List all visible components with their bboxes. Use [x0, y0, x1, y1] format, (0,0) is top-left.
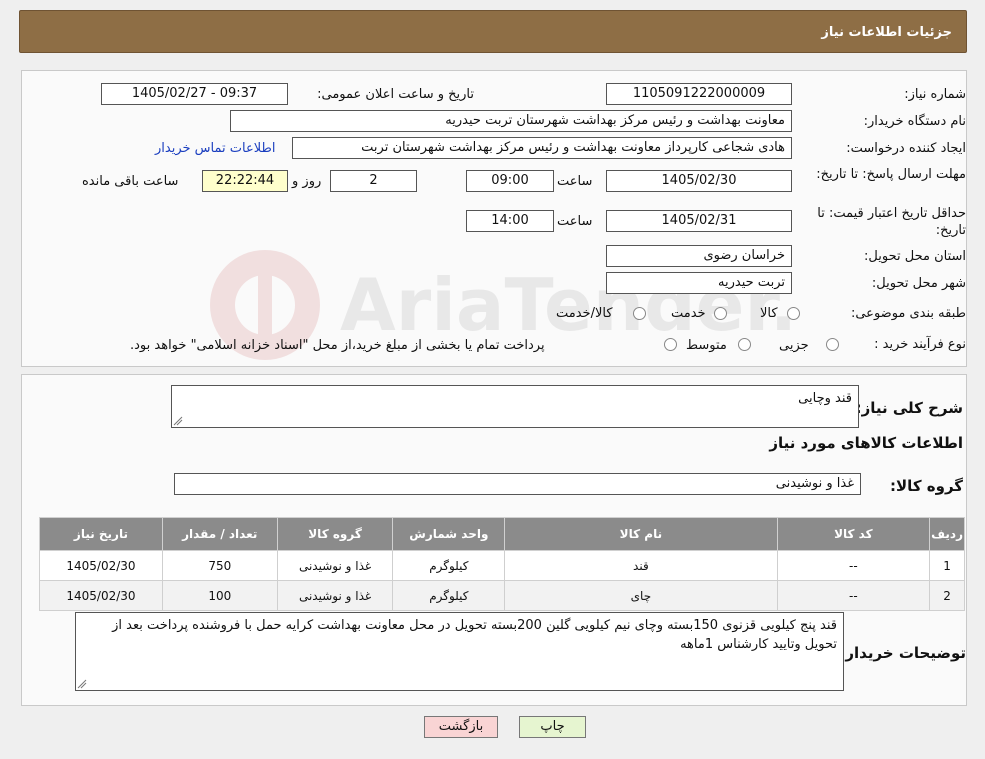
description-field[interactable]: قند وچایی	[171, 385, 859, 428]
cell-unit: کیلوگرم	[392, 580, 506, 611]
process-option-medium: متوسط	[686, 338, 727, 353]
table-header-row: ردیف کد کالا نام کالا واحد شمارش گروه کا…	[39, 517, 965, 551]
description-label: شرح کلی نیاز:	[855, 399, 963, 417]
buyer-notes-label: توضیحات خریدار:	[839, 644, 966, 662]
table-row[interactable]: 1 -- قند کیلوگرم غذا و نوشیدنی 750 1405/…	[39, 550, 965, 581]
process-radio-minor[interactable]	[826, 338, 839, 351]
price-validity-label: حداقل تاریخ اعتبار قیمت: تا تاریخ:	[817, 206, 966, 238]
creator-field: هادی شجاعی کارپرداز معاونت بهداشت و رئیس…	[292, 137, 792, 159]
cell-quantity: 100	[161, 580, 278, 611]
back-button[interactable]: بازگشت	[424, 716, 498, 738]
page-header: جزئیات اطلاعات نیاز	[19, 10, 967, 53]
page-title: جزئیات اطلاعات نیاز	[821, 25, 952, 40]
category-option-service: خدمت	[671, 306, 706, 321]
col-header-code: کد کالا	[776, 517, 931, 551]
price-time-field: 14:00	[466, 210, 554, 232]
creator-label: ایجاد کننده درخواست:	[846, 141, 966, 156]
remaining-time-field: 22:22:44	[202, 170, 288, 192]
price-date-field: 1405/02/31	[606, 210, 792, 232]
days-field: 2	[330, 170, 417, 192]
price-time-label: ساعت	[557, 214, 593, 229]
category-option-goods: کالا	[760, 306, 778, 321]
category-radio-service[interactable]	[714, 307, 727, 320]
cell-name: قند	[504, 550, 778, 581]
table-row[interactable]: 2 -- چای کیلوگرم غذا و نوشیدنی 100 1405/…	[39, 580, 965, 611]
col-header-group: گروه کالا	[276, 517, 394, 551]
col-header-name: نام کالا	[504, 517, 778, 551]
goods-group-field: غذا و نوشیدنی	[174, 473, 861, 495]
cell-date: 1405/02/30	[39, 580, 163, 611]
reply-time-field: 09:00	[466, 170, 554, 192]
resize-handle-icon[interactable]	[77, 679, 87, 689]
process-radio-medium[interactable]	[738, 338, 751, 351]
province-field: خراسان رضوی	[606, 245, 792, 267]
need-number-field: 1105091222000009	[606, 83, 792, 105]
resize-handle-icon[interactable]	[173, 416, 183, 426]
goods-section-title: اطلاعات کالاهای مورد نیاز	[769, 434, 963, 452]
days-label: روز و	[292, 174, 322, 189]
reply-time-label: ساعت	[557, 174, 593, 189]
goods-group-label: گروه کالا:	[890, 477, 963, 495]
cell-code: --	[776, 580, 931, 611]
city-label: شهر محل تحویل:	[871, 276, 966, 291]
cell-group: غذا و نوشیدنی	[276, 580, 394, 611]
cell-name: چای	[504, 580, 778, 611]
announce-field: 1405/02/27 - 09:37	[101, 83, 288, 105]
contact-buyer-link[interactable]: اطلاعات تماس خریدار	[155, 141, 275, 156]
items-table: ردیف کد کالا نام کالا واحد شمارش گروه کا…	[39, 517, 965, 611]
buyer-notes-field[interactable]: قند پنج کیلویی قزنوی 150بسته وچای نیم کی…	[75, 612, 844, 691]
cell-code: --	[776, 550, 931, 581]
process-note: پرداخت تمام یا بخشی از مبلغ خرید،از محل …	[130, 338, 545, 353]
col-header-row-number: ردیف	[929, 517, 965, 551]
city-field: تربت حیدریه	[606, 272, 792, 294]
process-option-minor: جزیی	[779, 338, 809, 353]
col-header-unit: واحد شمارش	[392, 517, 506, 551]
reply-date-field: 1405/02/30	[606, 170, 792, 192]
category-label: طبقه بندی موضوعی:	[850, 306, 966, 321]
category-radio-goods[interactable]	[787, 307, 800, 320]
cell-quantity: 750	[161, 550, 278, 581]
cell-unit: کیلوگرم	[392, 550, 506, 581]
print-button[interactable]: چاپ	[519, 716, 586, 738]
cell-date: 1405/02/30	[39, 550, 163, 581]
col-header-quantity: تعداد / مقدار	[161, 517, 278, 551]
buyer-org-label: نام دستگاه خریدار:	[863, 114, 966, 129]
buyer-org-field: معاونت بهداشت و رئیس مرکز بهداشت شهرستان…	[230, 110, 792, 132]
treasury-checkbox[interactable]	[664, 338, 677, 351]
cell-row-number: 1	[929, 550, 965, 581]
announce-label: تاریخ و ساعت اعلان عمومی:	[317, 87, 474, 102]
process-label: نوع فرآیند خرید :	[874, 337, 966, 352]
cell-group: غذا و نوشیدنی	[276, 550, 394, 581]
reply-deadline-label: مهلت ارسال پاسخ: تا تاریخ:	[816, 167, 966, 182]
category-radio-goods-service[interactable]	[633, 307, 646, 320]
cell-row-number: 2	[929, 580, 965, 611]
category-option-goods-service: کالا/خدمت	[556, 306, 613, 321]
remaining-label: ساعت باقی مانده	[82, 174, 179, 189]
col-header-date: تاریخ نیاز	[39, 517, 163, 551]
need-number-label: شماره نیاز:	[904, 87, 966, 102]
province-label: استان محل تحویل:	[864, 249, 966, 264]
